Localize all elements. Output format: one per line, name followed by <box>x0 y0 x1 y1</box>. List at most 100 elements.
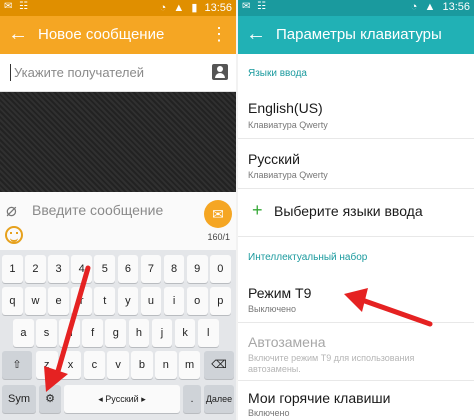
back-arrow-icon[interactable]: ← <box>8 22 28 46</box>
recipient-placeholder: Укажите получателей <box>14 65 144 80</box>
page-title: Параметры клавиатуры <box>276 26 442 43</box>
key-8[interactable]: 8 <box>163 255 185 283</box>
hotkeys-subtitle: Включено <box>248 408 290 418</box>
key-9[interactable]: 9 <box>186 255 208 283</box>
settings-gear-key[interactable]: ⚙ <box>39 385 61 413</box>
autocorrect-subtitle-1: Включите режим Т9 для использования <box>248 353 415 363</box>
divider <box>238 138 474 139</box>
send-button[interactable]: ✉ <box>204 200 232 228</box>
period-key[interactable]: . <box>183 385 201 413</box>
t9-title: Режим Т9 <box>248 285 312 301</box>
app-bar: ← Новое сообщение ⋮ <box>0 16 236 54</box>
status-time: 13:56 <box>204 2 232 14</box>
key-b[interactable]: b <box>131 351 153 379</box>
signal-icon: ▲ <box>424 1 436 13</box>
t9-subtitle: Выключено <box>248 304 296 314</box>
next-key[interactable]: Далее <box>204 385 234 413</box>
divider <box>238 236 474 237</box>
lang-russian-subtitle: Клавиатура Qwerty <box>248 170 328 180</box>
key-n[interactable]: n <box>155 351 177 379</box>
shift-key[interactable]: ⇧ <box>2 351 32 379</box>
key-t[interactable]: t <box>94 287 116 315</box>
app-bar: ← Параметры клавиатуры <box>238 16 474 54</box>
recipient-field[interactable]: Укажите получателей <box>0 54 236 92</box>
notification-icons: ✉ ☷ <box>4 1 31 12</box>
status-bar: ✉ ☷ ◔ ▲ 13:56 <box>238 0 474 16</box>
key-u[interactable]: u <box>140 287 162 315</box>
wifi-icon: ◔ <box>159 2 167 14</box>
notification-icons: ✉ ☷ <box>242 1 269 12</box>
key-z[interactable]: z <box>36 351 58 379</box>
key-f[interactable]: f <box>82 319 104 347</box>
wifi-icon: ◔ <box>410 1 418 13</box>
key-y[interactable]: y <box>117 287 139 315</box>
key-x[interactable]: x <box>59 351 82 379</box>
messages-screen: ✉ ☷ ◔ ▲ ▮ 13:56 ← Новое сообщение ⋮ Укаж… <box>0 0 236 420</box>
key-a[interactable]: a <box>13 319 34 347</box>
page-title: Новое сообщение <box>38 26 165 43</box>
backspace-key[interactable]: ⌫ <box>204 351 234 379</box>
status-bar: ✉ ☷ ◔ ▲ ▮ 13:56 <box>0 0 236 16</box>
key-d[interactable]: d <box>59 319 80 347</box>
key-l[interactable]: l <box>197 319 219 347</box>
key-5[interactable]: 5 <box>94 255 116 283</box>
space-key[interactable]: ◂ Русский ▸ <box>64 385 180 413</box>
divider <box>238 380 474 381</box>
key-w[interactable]: w <box>25 287 46 315</box>
key-j[interactable]: j <box>151 319 173 347</box>
key-m[interactable]: m <box>178 351 201 379</box>
key-0[interactable]: 0 <box>209 255 231 283</box>
lang-english-subtitle: Клавиатура Qwerty <box>248 120 328 130</box>
key-o[interactable]: o <box>186 287 208 315</box>
message-input[interactable]: Введите сообщение <box>32 202 163 218</box>
hotkeys-title: Мои горячие клавиши <box>248 390 391 406</box>
lang-russian-title: Русский <box>248 151 300 167</box>
autocorrect-title: Автозамена <box>248 334 326 350</box>
key-4[interactable]: 4 <box>71 255 93 283</box>
status-time: 13:56 <box>442 1 470 13</box>
emoji-icon[interactable] <box>5 226 23 244</box>
keyboard-row-numbers: 1234567890 <box>2 255 234 285</box>
keyboard-row-bottom: Sym ⚙ ◂ Русский ▸ . Далее <box>2 385 234 415</box>
key-p[interactable]: p <box>209 287 231 315</box>
contacts-icon[interactable] <box>212 64 228 80</box>
autocorrect-subtitle-2: автозамены. <box>248 364 301 374</box>
gear-icon: ⚙ <box>45 393 55 405</box>
key-v[interactable]: v <box>107 351 129 379</box>
key-2[interactable]: 2 <box>25 255 46 283</box>
key-h[interactable]: h <box>128 319 150 347</box>
more-options-icon[interactable]: ⋮ <box>210 24 228 44</box>
key-c[interactable]: c <box>83 351 106 379</box>
sym-key[interactable]: Sym <box>2 385 36 413</box>
section-input-languages: Языки ввода <box>248 68 307 79</box>
text-cursor <box>10 64 11 81</box>
char-counter: 160/1 <box>207 232 230 242</box>
keyboard-row-1: qwertyuiop <box>2 287 234 317</box>
key-i[interactable]: i <box>163 287 185 315</box>
section-smart-typing: Интеллектуальный набор <box>248 252 368 263</box>
compose-bar: ⌀ Введите сообщение ✉ 160/1 <box>0 192 236 250</box>
key-q[interactable]: q <box>2 287 23 315</box>
key-3[interactable]: 3 <box>48 255 69 283</box>
envelope-icon: ✉ <box>212 206 224 222</box>
key-r[interactable]: r <box>71 287 93 315</box>
keyboard-settings-screen: ✉ ☷ ◔ ▲ 13:56 ← Параметры клавиатуры Язы… <box>238 0 474 420</box>
key-e[interactable]: e <box>48 287 69 315</box>
key-k[interactable]: k <box>174 319 196 347</box>
key-1[interactable]: 1 <box>2 255 23 283</box>
select-languages-label: Выберите языки ввода <box>274 203 423 219</box>
lang-english-title: English(US) <box>248 100 323 116</box>
key-7[interactable]: 7 <box>140 255 162 283</box>
keyboard: 1234567890 qwertyuiop asdfghjkl ⇧ ⌫ zxcv… <box>0 250 236 420</box>
keyboard-row-2: asdfghjkl <box>2 319 234 349</box>
attach-icon[interactable]: ⌀ <box>6 200 17 221</box>
key-6[interactable]: 6 <box>117 255 139 283</box>
keyboard-row-3: ⇧ ⌫ zxcvbnm <box>2 351 234 381</box>
divider <box>238 188 474 189</box>
signal-icon: ▲ <box>173 2 185 14</box>
key-g[interactable]: g <box>105 319 127 347</box>
key-s[interactable]: s <box>36 319 57 347</box>
battery-icon: ▮ <box>191 2 198 14</box>
back-arrow-icon[interactable]: ← <box>246 22 266 46</box>
divider <box>238 322 474 323</box>
